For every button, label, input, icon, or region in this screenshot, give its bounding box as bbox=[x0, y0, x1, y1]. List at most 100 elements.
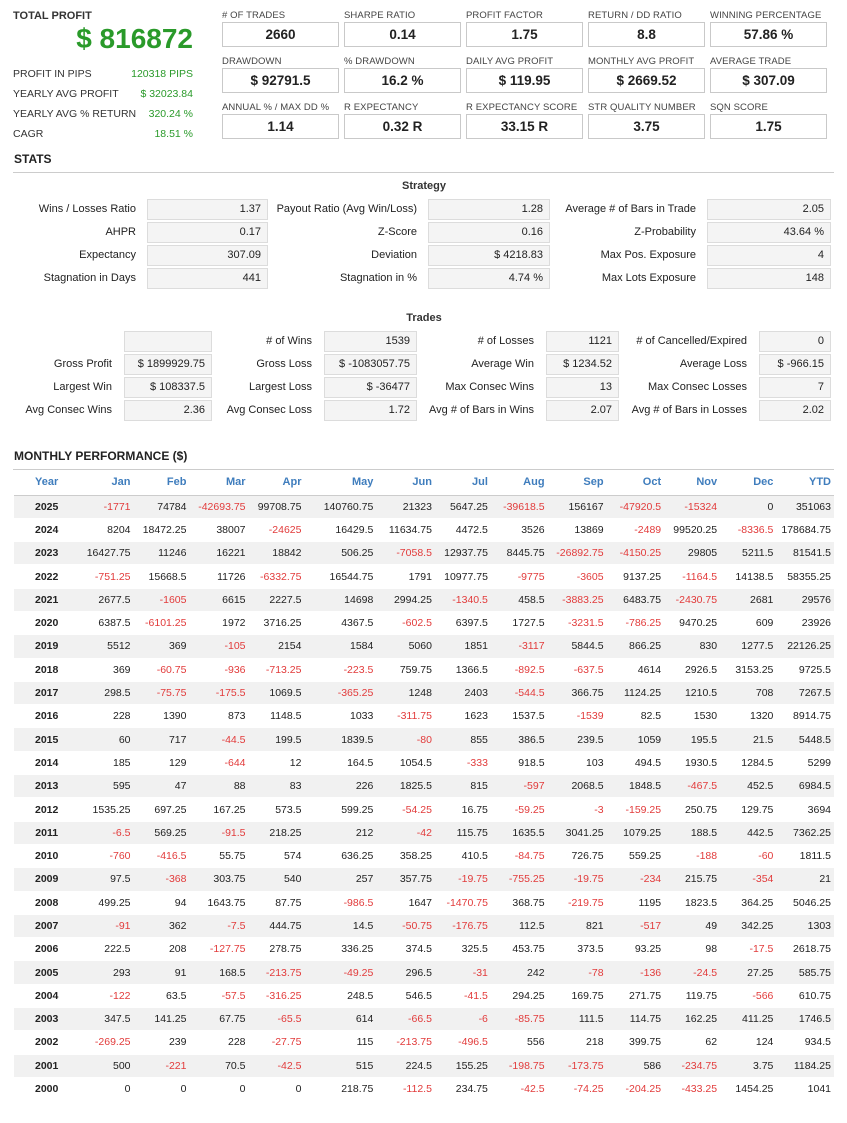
month-value-cell: -75.75 bbox=[133, 681, 190, 706]
metric-value: 8.8 bbox=[588, 22, 705, 47]
month-value-cell: 1284.5 bbox=[720, 751, 777, 776]
month-value-cell: 298.5 bbox=[79, 681, 134, 706]
table-row: 2020 6387.5 -6101.25 1972 3716.25 4367.5 -602.… bbox=[14, 611, 834, 636]
month-value-cell: -19.75 bbox=[547, 867, 607, 892]
month-value-cell: 364.25 bbox=[720, 891, 777, 915]
month-value-cell: -42.5 bbox=[248, 1054, 305, 1078]
metric-label: # OF TRADES bbox=[222, 10, 286, 21]
month-value-cell: -188 bbox=[664, 844, 721, 869]
year-cell: 2018 bbox=[14, 658, 80, 682]
divider bbox=[13, 172, 834, 173]
month-value-cell: 386.5 bbox=[490, 727, 548, 752]
year-cell: 2002 bbox=[14, 1030, 80, 1055]
trades-label: Average Loss bbox=[679, 358, 747, 370]
month-value-cell: 1647 bbox=[376, 891, 435, 915]
month-value-cell: 91 bbox=[133, 960, 190, 985]
month-value-cell: 16427.75 bbox=[79, 541, 134, 566]
total-profit-value: $ 816872 bbox=[76, 23, 193, 54]
month-value-cell: -9775 bbox=[490, 564, 548, 589]
month-value-cell: -760 bbox=[79, 844, 134, 869]
month-value-cell: 12937.75 bbox=[434, 541, 491, 566]
month-value-cell: 444.75 bbox=[248, 914, 305, 939]
month-value-cell: 9470.25 bbox=[664, 611, 721, 636]
strategy-value: 2.05 bbox=[707, 199, 831, 220]
metric-card: STR QUALITY NUMBER 3.75 bbox=[588, 102, 710, 148]
month-value-cell: -159.25 bbox=[606, 797, 665, 822]
month-value-cell: 2681 bbox=[720, 588, 777, 612]
metric-value: 2660 bbox=[222, 22, 339, 47]
month-value-cell: 21.5 bbox=[720, 727, 777, 752]
summary-label: PROFIT IN PIPS bbox=[13, 68, 92, 80]
month-value-cell: 99520.25 bbox=[664, 518, 721, 543]
month-value-cell: -122 bbox=[79, 984, 134, 1009]
month-value-cell: -234.75 bbox=[664, 1054, 721, 1078]
month-value-cell: 29576 bbox=[776, 588, 834, 612]
metric-label: % DRAWDOWN bbox=[344, 56, 415, 67]
column-header: Oct bbox=[606, 470, 665, 496]
month-value-cell: -467.5 bbox=[664, 774, 721, 799]
month-value-cell: -316.25 bbox=[248, 984, 305, 1009]
month-value-cell: 1635.5 bbox=[490, 821, 548, 845]
month-value-cell: 2403 bbox=[434, 681, 491, 706]
month-value-cell: 70.5 bbox=[189, 1054, 249, 1078]
month-value-cell: 1530 bbox=[664, 704, 721, 729]
year-cell: 2023 bbox=[14, 541, 80, 566]
month-value-cell: 1303 bbox=[776, 914, 834, 939]
monthly-header-row: Year Jan Feb Mar Apr May Jun Jul Aug Sep Oct Nov Dec… bbox=[14, 470, 834, 496]
metric-card: AVERAGE TRADE $ 307.09 bbox=[710, 56, 832, 102]
column-header: YTD bbox=[776, 470, 834, 496]
strategy-label: Z-Probability bbox=[634, 226, 696, 238]
month-value-cell: 29805 bbox=[664, 541, 721, 566]
metric-card: % DRAWDOWN 16.2 % bbox=[344, 56, 466, 102]
month-value-cell: 22126.25 bbox=[776, 634, 834, 659]
month-value-cell: 1972 bbox=[189, 611, 249, 636]
summary-item: YEARLY AVG % RETURN 320.24 % bbox=[13, 104, 193, 124]
metric-card: SHARPE RATIO 0.14 bbox=[344, 10, 466, 56]
month-value-cell: -602.5 bbox=[376, 611, 435, 636]
month-value-cell: -1605 bbox=[133, 588, 190, 612]
month-value-cell: 1079.25 bbox=[606, 821, 665, 845]
month-value-cell: -517 bbox=[606, 914, 665, 939]
monthly-table: Year Jan Feb Mar Apr May Jun Jul Aug Sep Oct Nov Dec… bbox=[14, 470, 834, 1102]
month-value-cell: -416.5 bbox=[133, 844, 190, 869]
month-value-cell: 821 bbox=[547, 914, 607, 939]
month-value-cell: 4614 bbox=[606, 658, 665, 682]
strategy-title: Strategy bbox=[401, 180, 447, 192]
month-value-cell: 5046.25 bbox=[776, 891, 834, 915]
month-value-cell: 242 bbox=[490, 960, 548, 985]
month-value-cell: -31 bbox=[434, 960, 491, 985]
month-value-cell: -6.5 bbox=[79, 821, 134, 845]
month-value-cell: 369 bbox=[133, 634, 190, 659]
month-value-cell: 97.5 bbox=[79, 867, 134, 892]
month-value-cell: 14698 bbox=[304, 588, 377, 612]
month-value-cell: 6483.75 bbox=[606, 588, 665, 612]
month-value-cell: -269.25 bbox=[79, 1030, 134, 1055]
month-value-cell: 294.25 bbox=[490, 984, 548, 1009]
month-value-cell: 222.5 bbox=[79, 937, 134, 962]
month-value-cell: 257 bbox=[304, 867, 377, 892]
table-row: 2009 97.5 -368 303.75 540 257 357.75 -19.75 -755… bbox=[14, 867, 834, 892]
month-value-cell: -1470.75 bbox=[434, 891, 491, 915]
month-value-cell: 3716.25 bbox=[248, 611, 305, 636]
year-cell: 2004 bbox=[14, 984, 80, 1009]
metric-value: 57.86 % bbox=[710, 22, 827, 47]
month-value-cell: -80 bbox=[376, 727, 435, 752]
month-value-cell: 63.5 bbox=[133, 984, 190, 1009]
month-value-cell: 3153.25 bbox=[720, 658, 777, 682]
month-value-cell: 11726 bbox=[189, 564, 249, 589]
month-value-cell: 129 bbox=[133, 751, 190, 776]
month-value-cell: 27.25 bbox=[720, 960, 777, 985]
month-value-cell: 188.5 bbox=[664, 821, 721, 845]
year-cell: 2016 bbox=[14, 704, 80, 729]
month-value-cell: 16.75 bbox=[434, 797, 491, 822]
month-value-cell: 5647.25 bbox=[434, 495, 491, 519]
month-value-cell: -3883.25 bbox=[547, 588, 607, 612]
metric-value: $ 2669.52 bbox=[588, 68, 705, 93]
month-value-cell: -78 bbox=[547, 960, 607, 985]
year-cell: 2010 bbox=[14, 844, 80, 869]
column-header: Jun bbox=[376, 470, 435, 496]
month-value-cell: -644 bbox=[189, 751, 249, 776]
month-value-cell: 1033 bbox=[304, 704, 377, 729]
metric-label: SQN SCORE bbox=[710, 102, 768, 113]
month-value-cell: -176.75 bbox=[434, 914, 491, 939]
